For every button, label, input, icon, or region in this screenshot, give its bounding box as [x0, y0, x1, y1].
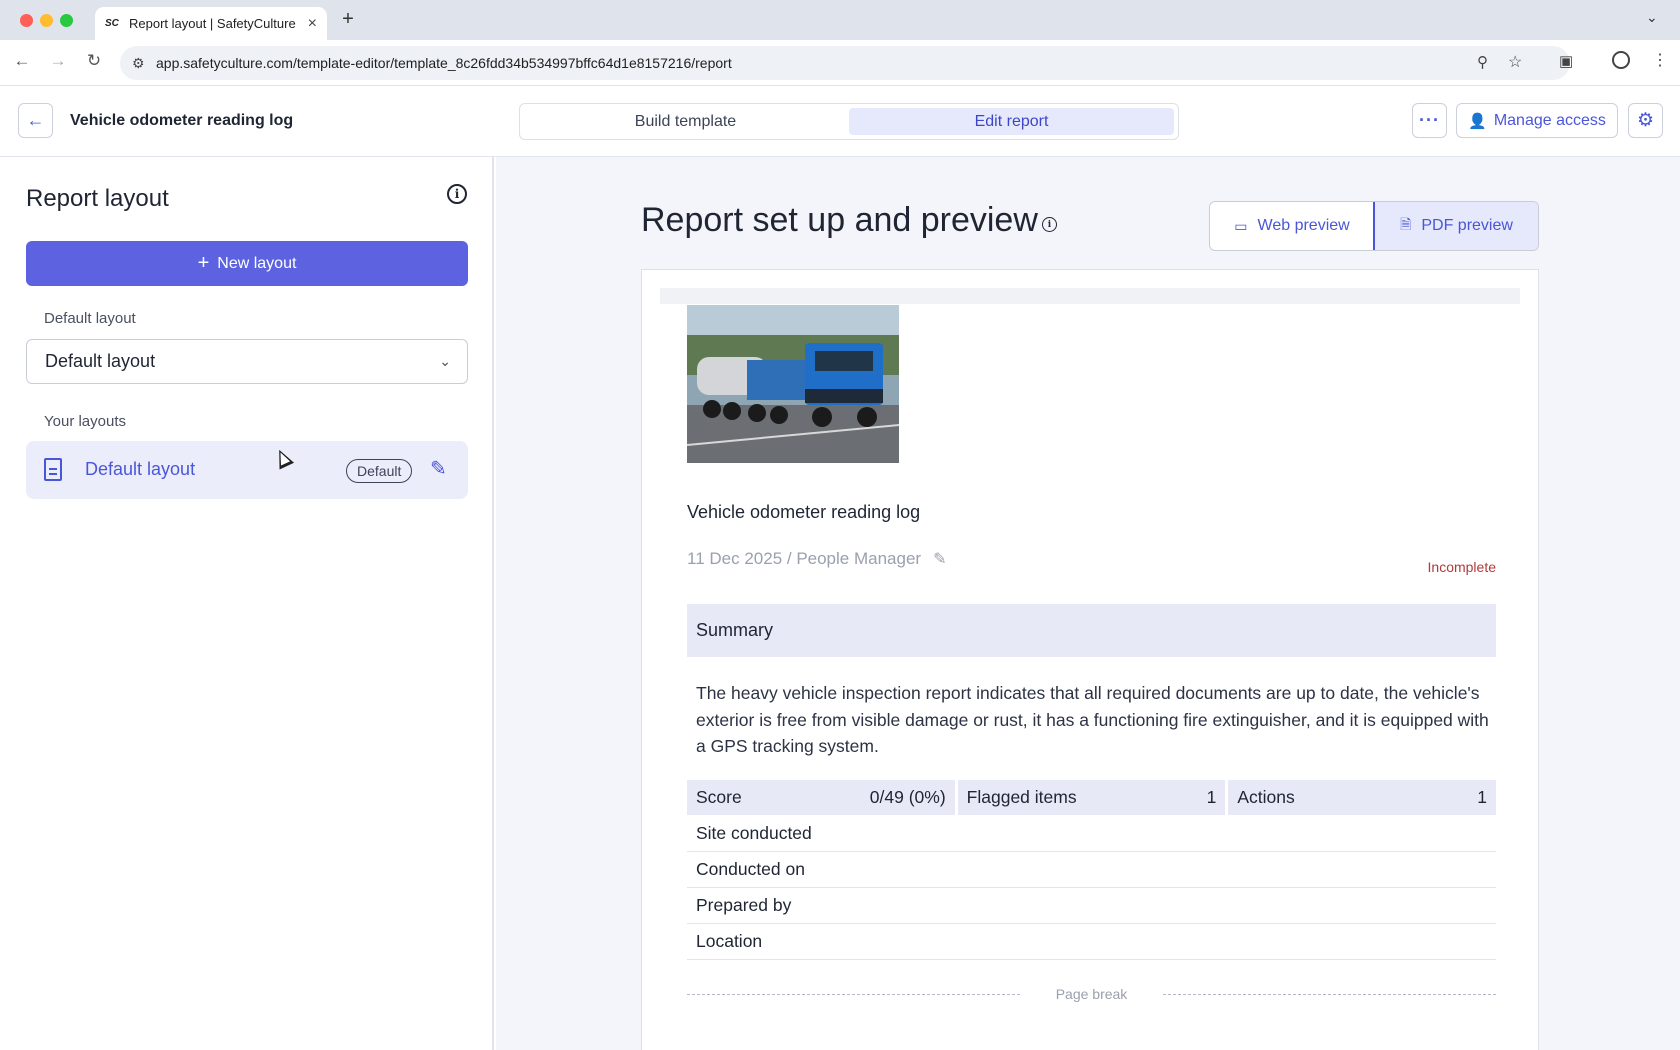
more-options-button[interactable]: ···	[1412, 103, 1447, 138]
stat-flagged-items: Flagged items 1	[957, 780, 1226, 815]
your-layouts-label: Your layouts	[44, 413, 127, 430]
vehicle-photo	[687, 305, 899, 463]
extensions-icon[interactable]: ▣	[1559, 52, 1573, 70]
web-preview-button[interactable]: ▭ Web preview	[1210, 202, 1374, 250]
gear-icon: ⚙	[1636, 110, 1655, 131]
pdf-preview-label: PDF preview	[1421, 217, 1513, 234]
arrow-left-icon: ←	[26, 110, 45, 130]
layout-item-label: Default layout	[85, 459, 196, 479]
app-header: ← Vehicle odometer reading log Build tem…	[0, 86, 1680, 157]
ellipsis-icon: ···	[1419, 110, 1440, 130]
browser-menu-icon[interactable]: ⋮	[1652, 50, 1668, 70]
page-break-line	[1163, 993, 1497, 995]
page-break-line	[687, 993, 1020, 995]
minimize-window-icon[interactable]	[40, 14, 53, 27]
edit-pencil-icon[interactable]: ✎	[933, 549, 946, 569]
default-badge: Default	[346, 459, 413, 483]
truck-image	[687, 305, 899, 463]
field-row: Location	[687, 924, 1496, 960]
report-subtitle-text: 11 Dec 2025 / People Manager	[687, 549, 922, 568]
stat-value: 0/49 (0%)	[869, 787, 946, 807]
summary-text: The heavy vehicle inspection report indi…	[696, 683, 1489, 756]
tab-close-icon[interactable]: ×	[308, 15, 317, 33]
stat-value: 1	[1206, 787, 1217, 807]
mode-switch: Build template Edit report	[519, 103, 1179, 140]
new-tab-icon[interactable]: +	[336, 8, 360, 31]
default-layout-label: Default layout	[44, 310, 136, 327]
url-text[interactable]: app.safetyculture.com/template-editor/te…	[156, 55, 732, 71]
report-title: Vehicle odometer reading log	[687, 502, 921, 522]
close-window-icon[interactable]	[20, 14, 33, 27]
browser-tab-bar: SC Report layout | SafetyCulture × + ⌄	[0, 0, 1680, 40]
template-title: Vehicle odometer reading log	[70, 112, 294, 129]
field-row: Prepared by	[687, 888, 1496, 924]
settings-button[interactable]: ⚙	[1628, 103, 1663, 138]
document-icon	[44, 458, 62, 481]
edit-pencil-icon[interactable]: ✎	[430, 456, 447, 481]
stat-value: 1	[1477, 787, 1488, 807]
stat-actions: Actions 1	[1228, 780, 1497, 815]
tab-title: Report layout | SafetyCulture	[129, 16, 296, 31]
back-button[interactable]: ←	[18, 103, 53, 138]
new-layout-button[interactable]: + New layout	[26, 241, 468, 286]
sidebar-title: Report layout	[26, 185, 169, 212]
info-icon[interactable]: i	[1042, 217, 1057, 232]
page-break-label: Page break	[1055, 986, 1128, 1002]
manage-access-label: Manage access	[1493, 111, 1606, 129]
address-bar[interactable]: ⚙ app.safetyculture.com/template-editor/…	[120, 46, 1570, 80]
reload-icon[interactable]: ↻	[82, 51, 106, 71]
report-subtitle: 11 Dec 2025 / People Manager ✎	[687, 549, 946, 569]
manage-access-button[interactable]: 👤 Manage access	[1456, 103, 1618, 138]
chevron-down-icon: ⌄	[439, 353, 451, 369]
stat-label: Score	[696, 787, 742, 807]
forward-nav-icon[interactable]: →	[46, 51, 70, 71]
maximize-window-icon[interactable]	[60, 14, 73, 27]
default-layout-select[interactable]: Default layout ⌄	[26, 339, 468, 384]
user-lock-icon: 👤	[1468, 112, 1487, 130]
field-row: Conducted on	[687, 852, 1496, 888]
header-strip	[660, 288, 1520, 304]
browser-tab[interactable]: SC Report layout | SafetyCulture ×	[95, 7, 327, 40]
back-nav-icon[interactable]: ←	[10, 51, 34, 71]
stat-label: Actions	[1237, 787, 1295, 807]
favicon-icon: SC	[105, 18, 119, 29]
report-layout-sidebar: Report layout i + New layout Default lay…	[0, 157, 494, 1050]
bookmark-star-icon[interactable]: ☆	[1508, 52, 1522, 72]
stats-row: Score 0/49 (0%) Flagged items 1 Actions …	[687, 780, 1497, 815]
info-icon[interactable]: i	[447, 184, 467, 204]
laptop-icon: ▭	[1234, 217, 1248, 234]
pdf-file-icon: 🗎	[1400, 216, 1412, 232]
site-settings-icon[interactable]: ⚙	[132, 55, 152, 72]
new-layout-label: New layout	[217, 254, 297, 272]
layout-item[interactable]: Default layout Default ✎	[26, 441, 468, 499]
field-row: Site conducted	[687, 816, 1496, 852]
page-break: Page break	[687, 984, 1497, 1004]
tab-build-template[interactable]: Build template	[523, 108, 848, 135]
profile-icon[interactable]	[1612, 51, 1630, 69]
summary-heading: Summary	[687, 604, 1496, 657]
web-preview-label: Web preview	[1257, 217, 1350, 234]
preview-toggle: ▭ Web preview 🗎 PDF preview	[1209, 201, 1539, 251]
tab-edit-report[interactable]: Edit report	[849, 108, 1174, 135]
report-preview-area: Report set up and preview i ▭ Web previe…	[496, 157, 1680, 1050]
tab-search-icon[interactable]: ⌄	[1646, 9, 1658, 26]
status-badge: Incomplete	[1427, 559, 1496, 575]
stat-score: Score 0/49 (0%)	[687, 780, 955, 815]
stat-label: Flagged items	[966, 787, 1077, 807]
default-layout-value: Default layout	[45, 351, 156, 371]
pdf-preview-button[interactable]: 🗎 PDF preview	[1373, 202, 1538, 250]
zoom-icon[interactable]: ⚲	[1477, 53, 1488, 71]
plus-icon: +	[197, 252, 210, 274]
report-paper: Vehicle odometer reading log 11 Dec 2025…	[641, 269, 1539, 1050]
page-title: Report set up and preview	[641, 201, 1038, 239]
browser-toolbar: ← → ↻ ⚙ app.safetyculture.com/template-e…	[0, 40, 1680, 86]
